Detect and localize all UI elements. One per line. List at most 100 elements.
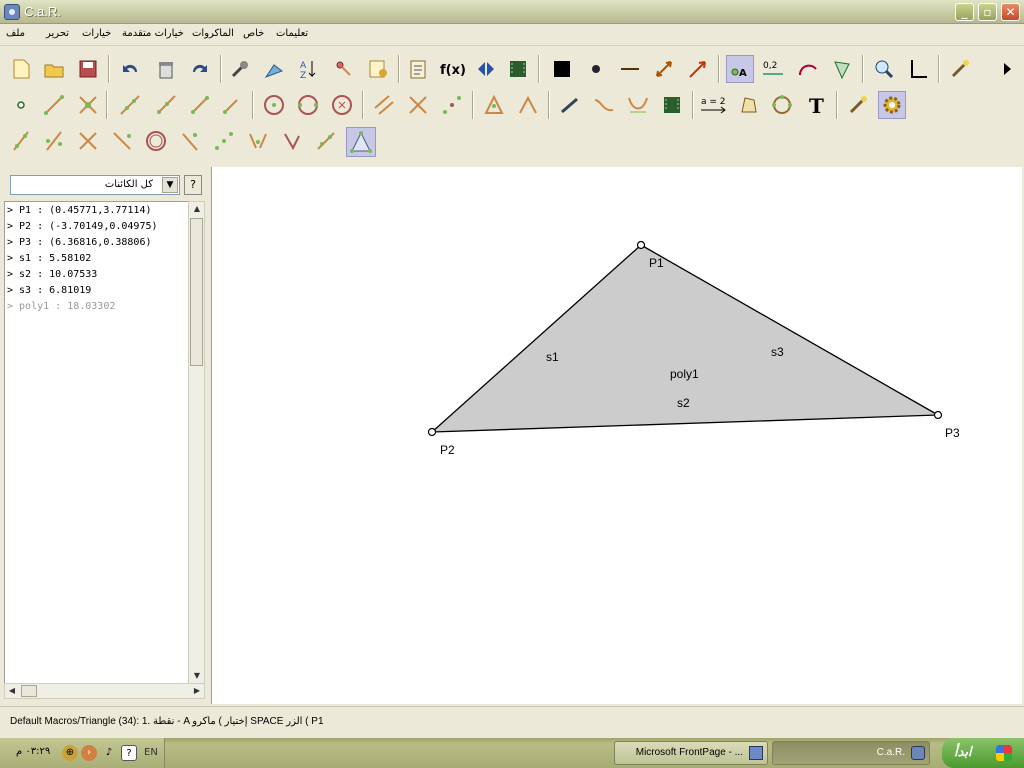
fixed-segment-tool-icon[interactable] [218,91,246,119]
new-file-icon[interactable] [7,55,35,83]
point-p2[interactable] [427,427,437,437]
intersection-tool-icon[interactable] [74,91,102,119]
scroll-left-icon[interactable]: ◀ [5,684,19,698]
menu-file[interactable]: ملف [6,28,25,39]
macro-triangle-icon[interactable] [346,127,376,157]
object-list-hscroll[interactable]: ◀ ▶ [4,683,205,699]
network-icon[interactable]: ⊕ [62,745,78,761]
help-tray-icon[interactable]: ? [121,745,137,761]
gear-macro-icon[interactable] [878,91,906,119]
close-button[interactable]: ✕ [1001,3,1020,21]
object-filter-select[interactable]: كل الكائنات ▼ [10,175,180,195]
polygon-tool-icon[interactable] [734,91,762,119]
text-tool-icon[interactable]: T [802,91,830,119]
ray-tool-icon[interactable] [152,91,180,119]
show-labels-icon[interactable]: A [726,55,754,83]
macro-point-on-line-icon[interactable] [7,127,35,155]
scroll-right-icon[interactable]: ▶ [190,684,204,698]
save-file-icon[interactable] [74,55,102,83]
point-tool-icon[interactable] [7,91,35,119]
scroll-down-icon[interactable]: ▼ [190,669,204,683]
help-button[interactable]: ? [184,175,202,195]
show-values-icon[interactable]: 0,2 [760,55,788,83]
angle-icon[interactable] [828,55,856,83]
point-size-icon[interactable] [582,55,610,83]
perpendicular-tool-icon[interactable] [404,91,432,119]
run-macro-icon[interactable] [844,91,872,119]
chevron-down-icon[interactable]: ▼ [162,177,178,193]
redo-icon[interactable] [186,55,214,83]
toolbar-more-icon[interactable] [998,55,1016,83]
minimize-button[interactable]: _ [955,3,974,21]
macro-points-icon[interactable] [210,127,238,155]
trace-tool-icon[interactable] [590,91,618,119]
filled-square-icon[interactable] [548,55,576,83]
open-file-icon[interactable] [40,55,68,83]
segment2-tool-icon[interactable] [186,91,214,119]
move-tool-icon[interactable] [556,91,584,119]
list-item[interactable]: > s3 : 6.81019 [7,285,91,296]
midpoint-tool-icon[interactable] [438,91,466,119]
media-icon[interactable]: › [81,745,97,761]
start-button[interactable]: ابدأ [942,738,1024,768]
menu-edit[interactable]: تحرير [46,28,69,39]
axes-icon[interactable] [904,55,932,83]
line-tool-icon[interactable] [116,91,144,119]
triangle-tool-icon[interactable] [480,91,508,119]
macro-rotation-icon[interactable] [278,127,306,155]
ray-arrow-icon[interactable] [650,55,678,83]
title-bar[interactable]: C.a.R. _ ▫ ✕ [0,0,1024,24]
list-item[interactable]: > s2 : 10.07533 [7,269,97,280]
macro-tangent-icon[interactable] [176,127,204,155]
app-icon[interactable] [4,4,20,20]
menu-help[interactable]: تعليمات [276,28,308,39]
delete-icon[interactable] [152,55,180,83]
macro-cross-icon[interactable] [74,127,102,155]
segment-tool-icon[interactable] [40,91,68,119]
macro-reflection-icon[interactable] [244,127,272,155]
color-tool-icon[interactable] [260,55,288,83]
volume-icon[interactable]: ♪ [101,745,117,761]
geometry-drawing[interactable]: P1 P2 P3 s1 s2 s3 poly1 [212,167,1023,704]
function-icon[interactable]: f(x) [438,55,466,83]
angle-bisector-tool-icon[interactable] [514,91,542,119]
macro-circle-icon[interactable] [142,127,170,155]
menu-special[interactable]: خاص [243,28,264,39]
taskbar-item-frontpage[interactable]: Microsoft FrontPage - ... [614,741,768,765]
object-list-vscroll[interactable]: ▲ ▼ [188,201,205,684]
macro-translation-icon[interactable] [312,127,340,155]
construction-canvas[interactable]: P1 P2 P3 s1 s2 s3 poly1 [211,167,1022,704]
undo-icon[interactable] [116,55,144,83]
mirror-icon[interactable] [472,55,500,83]
menu-macros[interactable]: الماكروات [192,28,234,39]
arc-icon[interactable] [794,55,822,83]
edit-macro-icon[interactable] [364,55,392,83]
expression-tool-icon[interactable]: a = 2 [698,91,730,119]
clock[interactable]: ٠٣:٢٩ م [16,746,50,757]
macro-divide-segment-icon[interactable] [40,127,68,155]
move-point-icon[interactable] [330,55,358,83]
scroll-up-icon[interactable]: ▲ [190,202,204,216]
scroll-thumb[interactable] [190,218,203,366]
conic-tool-icon[interactable] [768,91,796,119]
list-item[interactable]: > P2 : (-3.70149,0.04975) [7,221,158,232]
circle-tool-icon[interactable] [260,91,288,119]
list-item[interactable]: > s1 : 5.58102 [7,253,91,264]
clipboard-icon[interactable] [404,55,432,83]
list-item[interactable]: > P3 : (6.36816,0.38806) [7,237,152,248]
fixed-circle-tool-icon[interactable] [328,91,356,119]
point-p1[interactable] [636,240,646,250]
scroll-thumb[interactable] [21,685,37,697]
point-p3[interactable] [933,410,943,420]
vector-arrow-icon[interactable] [684,55,712,83]
sort-az-icon[interactable]: AZ [294,55,322,83]
animation-film-icon[interactable] [504,55,532,83]
animate-tool-icon[interactable] [658,91,686,119]
settings-wrench-icon[interactable] [226,55,254,83]
menu-advanced-options[interactable]: خيارات متقدمة [122,28,184,39]
language-indicator[interactable]: EN [144,747,158,758]
list-item[interactable]: > poly1 : 18.03302 [7,301,115,312]
locus-tool-icon[interactable] [624,91,652,119]
circle3-tool-icon[interactable] [294,91,322,119]
macro-wand-icon[interactable] [946,55,974,83]
